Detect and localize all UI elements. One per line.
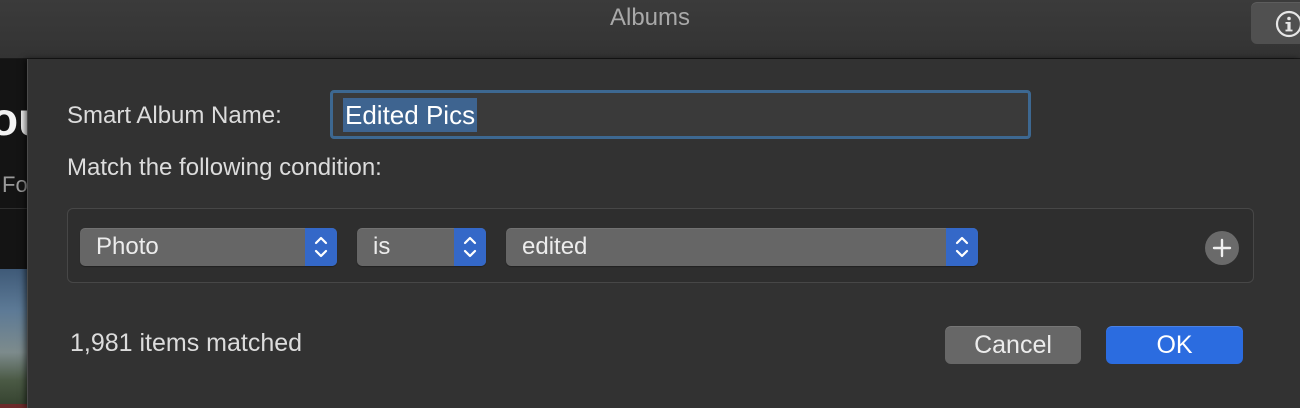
background-content: ou Fo bbox=[0, 59, 28, 408]
match-condition-label: Match the following condition: bbox=[67, 154, 382, 181]
info-icon bbox=[1275, 10, 1300, 38]
condition-row: Photo is edited bbox=[67, 208, 1254, 283]
smart-album-name-field[interactable]: Edited Pics bbox=[330, 90, 1031, 139]
chevron-up-down-icon bbox=[314, 236, 328, 258]
value-popup[interactable]: edited bbox=[506, 228, 978, 266]
smart-album-name-value: Edited Pics bbox=[343, 97, 478, 132]
window-title: Albums bbox=[609, 4, 691, 31]
field-popup-label: Photo bbox=[96, 233, 159, 260]
background-heading: ou bbox=[0, 93, 28, 145]
operator-popup[interactable]: is bbox=[357, 228, 486, 266]
smart-album-name-label: Smart Album Name: bbox=[67, 102, 282, 129]
background-subtitle: Fo bbox=[2, 172, 28, 197]
smart-album-sheet: Smart Album Name: Edited Pics Match the … bbox=[27, 59, 1300, 408]
title-bar: Albums bbox=[0, 0, 1300, 59]
value-popup-label: edited bbox=[522, 233, 588, 260]
matched-items-count: 1,981 items matched bbox=[70, 329, 303, 357]
operator-popup-label: is bbox=[373, 233, 391, 260]
add-condition-button[interactable] bbox=[1205, 231, 1239, 265]
background-divider bbox=[0, 208, 28, 209]
ok-button[interactable]: OK bbox=[1106, 326, 1243, 364]
chevron-up-down-icon bbox=[955, 236, 969, 258]
chevron-up-down-icon bbox=[463, 236, 477, 258]
plus-icon bbox=[1212, 238, 1232, 258]
info-button[interactable] bbox=[1251, 2, 1300, 44]
cancel-button[interactable]: Cancel bbox=[945, 326, 1081, 364]
background-photo-thumbnail bbox=[0, 269, 28, 408]
field-popup[interactable]: Photo bbox=[80, 228, 337, 266]
